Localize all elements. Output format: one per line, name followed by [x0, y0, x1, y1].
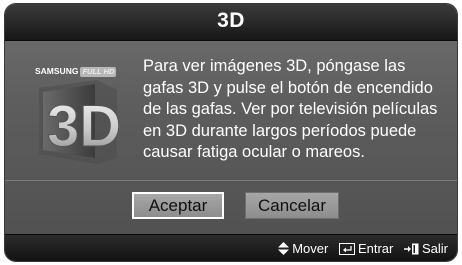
message-text: Para ver imágenes 3D, póngase las gafas … — [143, 56, 448, 164]
title-bar: 3D — [5, 4, 457, 41]
hint-exit-label: Salir — [421, 241, 448, 256]
message-line: de las gafas. Ver por televisión películ… — [143, 100, 438, 118]
divider — [5, 180, 457, 181]
message-line: Para ver imágenes 3D, póngase las — [143, 57, 406, 75]
message-line: gafas 3D y pulse el botón de encendido — [143, 78, 433, 97]
key-hints: Mover Entrar Salir — [271, 241, 448, 256]
samsung-3d-logo: SAMSUNG FULL HD 3D — [35, 66, 120, 166]
cancel-button[interactable]: Cancelar — [245, 192, 339, 219]
hint-move: Mover — [278, 241, 328, 256]
message-line: en 3D durante largos períodos puede — [143, 121, 417, 140]
full-hd-badge: FULL HD — [80, 67, 117, 77]
brand-label: SAMSUNG FULL HD — [35, 66, 117, 77]
dialog-title: 3D — [217, 9, 245, 32]
accept-button[interactable]: Aceptar — [132, 192, 224, 219]
footer-bar: Mover Entrar Salir — [5, 234, 457, 261]
3d-mark-text: 3D — [47, 94, 119, 159]
3d-mark-icon: 3D — [39, 80, 119, 164]
message-line: causar fatiga ocular o mareos. — [143, 143, 365, 161]
hint-enter-label: Entrar — [357, 241, 394, 256]
hint-enter: Entrar — [338, 241, 394, 256]
up-down-arrows-icon — [278, 242, 290, 255]
hint-move-label: Mover — [292, 241, 329, 256]
hint-exit: Salir — [403, 241, 448, 256]
enter-icon — [338, 243, 355, 255]
brand-name: SAMSUNG — [35, 66, 79, 76]
3d-info-dialog: 3D SAMSUNG FULL HD 3D Para ver imágenes … — [5, 4, 457, 261]
exit-icon — [403, 243, 419, 255]
